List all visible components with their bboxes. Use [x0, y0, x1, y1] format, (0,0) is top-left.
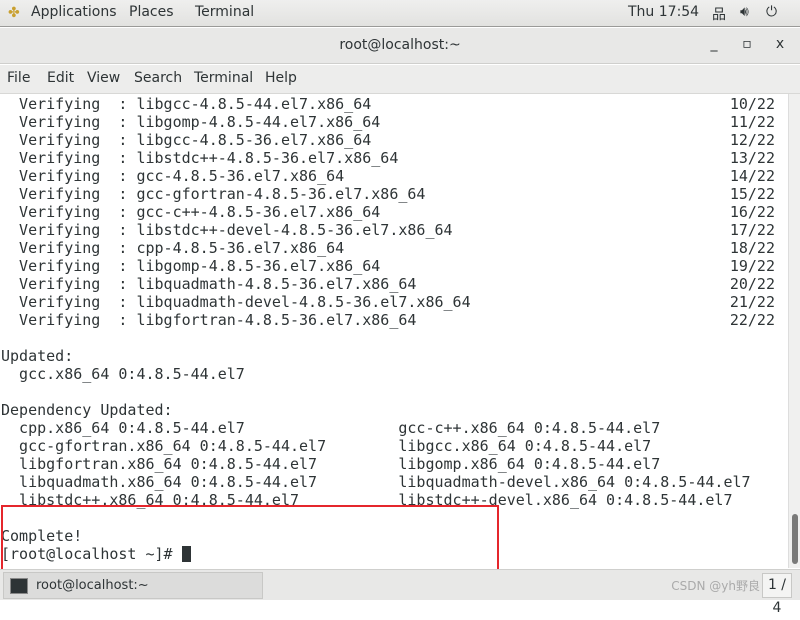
output-line: cpp.x86_64 0:4.8.5-44.el7 gcc-c++.x86_64… — [1, 419, 661, 437]
menu-search[interactable]: Search — [134, 70, 182, 86]
scrollbar[interactable] — [788, 94, 800, 568]
taskbar: root@localhost:~ CSDN @yh野良 1 / 4 — [0, 569, 800, 616]
verifying-line: Verifying : gcc-gfortran-4.8.5-36.el7.x8… — [1, 185, 426, 203]
progress-count: 10/22 — [729, 95, 775, 113]
clock[interactable]: Thu 17:54 — [628, 4, 699, 20]
progress-count: 21/22 — [729, 293, 775, 311]
taskbar-terminal-item[interactable]: root@localhost:~ — [3, 572, 263, 599]
menu-file[interactable]: File — [7, 70, 30, 86]
progress-count: 22/22 — [729, 311, 775, 329]
verifying-line: Verifying : libstdc++-4.8.5-36.el7.x86_6… — [1, 149, 399, 167]
terminal-app-menu[interactable]: Terminal — [195, 4, 254, 20]
progress-count: 16/22 — [729, 203, 775, 221]
output-line: libgfortran.x86_64 0:4.8.5-44.el7 libgom… — [1, 455, 661, 473]
verifying-line: Verifying : libquadmath-4.8.5-36.el7.x86… — [1, 275, 417, 293]
progress-count: 11/22 — [729, 113, 775, 131]
taskbar-item-label: root@localhost:~ — [36, 578, 149, 593]
verifying-line: Verifying : gcc-4.8.5-36.el7.x86_64 — [1, 167, 345, 185]
scrollbar-thumb[interactable] — [792, 514, 798, 564]
terminal-output[interactable]: Verifying : libgcc-4.8.5-44.el7.x86_64 10… — [0, 94, 788, 568]
output-line: gcc-gfortran.x86_64 0:4.8.5-44.el7 libgc… — [1, 437, 652, 455]
maximize-button[interactable]: ▫ — [737, 36, 757, 52]
minimize-button[interactable]: _ — [704, 36, 724, 52]
verifying-line: Verifying : libquadmath-devel-4.8.5-36.e… — [1, 293, 471, 311]
verifying-line: Verifying : libstdc++-devel-4.8.5-36.el7… — [1, 221, 453, 239]
verifying-line: Verifying : libgcc-4.8.5-44.el7.x86_64 — [1, 95, 372, 113]
menu-bar: File Edit View Search Terminal Help — [0, 65, 800, 94]
output-line: gcc.x86_64 0:4.8.5-44.el7 — [1, 365, 245, 383]
output-line: Updated: — [1, 347, 74, 365]
watermark: CSDN @yh野良 — [671, 579, 760, 593]
progress-count: 15/22 — [729, 185, 775, 203]
verifying-line: Verifying : cpp-4.8.5-36.el7.x86_64 — [1, 239, 345, 257]
power-icon[interactable]: ⏻ — [766, 4, 777, 20]
output-line: libquadmath.x86_64 0:4.8.5-44.el7 libqua… — [1, 473, 751, 491]
menu-edit[interactable]: Edit — [47, 70, 74, 86]
volume-icon[interactable]: 🔊︎ — [740, 4, 749, 20]
progress-count: 14/22 — [729, 167, 775, 185]
top-bar: ✤ Applications Places Terminal Thu 17:54… — [0, 0, 800, 27]
verifying-line: Verifying : libgfortran-4.8.5-36.el7.x86… — [1, 311, 417, 329]
places-menu[interactable]: Places — [129, 4, 174, 20]
verifying-line: Verifying : libgomp-4.8.5-44.el7.x86_64 — [1, 113, 381, 131]
window-title: root@localhost:~ — [339, 37, 461, 53]
progress-count: 12/22 — [729, 131, 775, 149]
progress-count: 13/22 — [729, 149, 775, 167]
menu-terminal[interactable]: Terminal — [194, 70, 253, 86]
progress-count: 18/22 — [729, 239, 775, 257]
output-line: Dependency Updated: — [1, 401, 173, 419]
workspace-switcher[interactable]: 1 / 4 — [762, 573, 792, 616]
verifying-line: Verifying : libgomp-4.8.5-36.el7.x86_64 — [1, 257, 381, 275]
menu-view[interactable]: View — [87, 70, 120, 86]
progress-count: 20/22 — [729, 275, 775, 293]
progress-count: 17/22 — [729, 221, 775, 239]
applications-menu[interactable]: Applications — [31, 4, 117, 20]
apps-logo-icon: ✤ — [8, 5, 20, 21]
network-icon[interactable]: 品 — [712, 4, 726, 24]
terminal-icon — [10, 578, 28, 594]
menu-help[interactable]: Help — [265, 70, 297, 86]
progress-count: 19/22 — [729, 257, 775, 275]
highlight-box — [1, 505, 499, 572]
close-button[interactable]: x — [770, 36, 790, 52]
window-titlebar: root@localhost:~ _ ▫ x — [0, 28, 800, 64]
verifying-line: Verifying : libgcc-4.8.5-36.el7.x86_64 — [1, 131, 372, 149]
verifying-line: Verifying : gcc-c++-4.8.5-36.el7.x86_64 — [1, 203, 381, 221]
